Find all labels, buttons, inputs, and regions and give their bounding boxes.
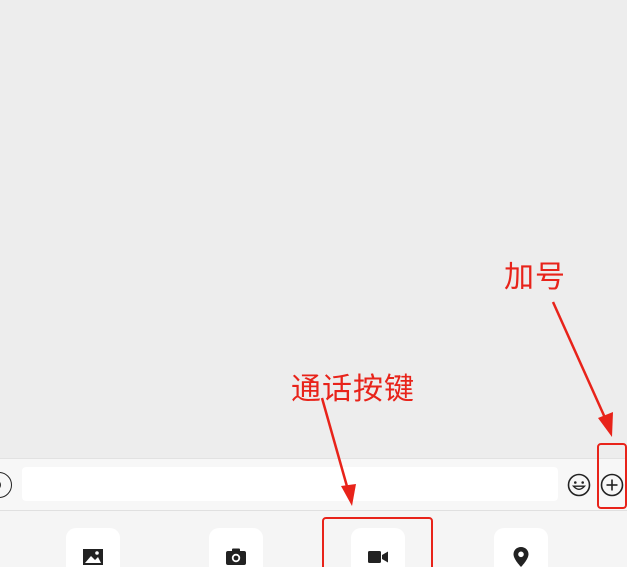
plus-annotation: 加号 bbox=[504, 260, 566, 295]
call-button-annotation: 通话按键 bbox=[291, 372, 415, 407]
message-input[interactable] bbox=[22, 467, 558, 501]
voice-icon[interactable] bbox=[0, 472, 12, 498]
plus-circle-icon[interactable] bbox=[600, 473, 624, 497]
image-icon bbox=[83, 549, 103, 565]
emoji-icon[interactable] bbox=[567, 473, 591, 497]
location-tile[interactable] bbox=[494, 528, 548, 567]
album-tile[interactable] bbox=[66, 528, 120, 567]
camera-icon bbox=[226, 548, 246, 565]
camera-tile[interactable] bbox=[209, 528, 263, 567]
location-pin-icon bbox=[513, 547, 529, 567]
video-call-tile[interactable] bbox=[351, 528, 405, 567]
input-bar bbox=[0, 458, 627, 510]
video-call-icon bbox=[368, 551, 388, 563]
more-actions-panel bbox=[0, 510, 627, 567]
